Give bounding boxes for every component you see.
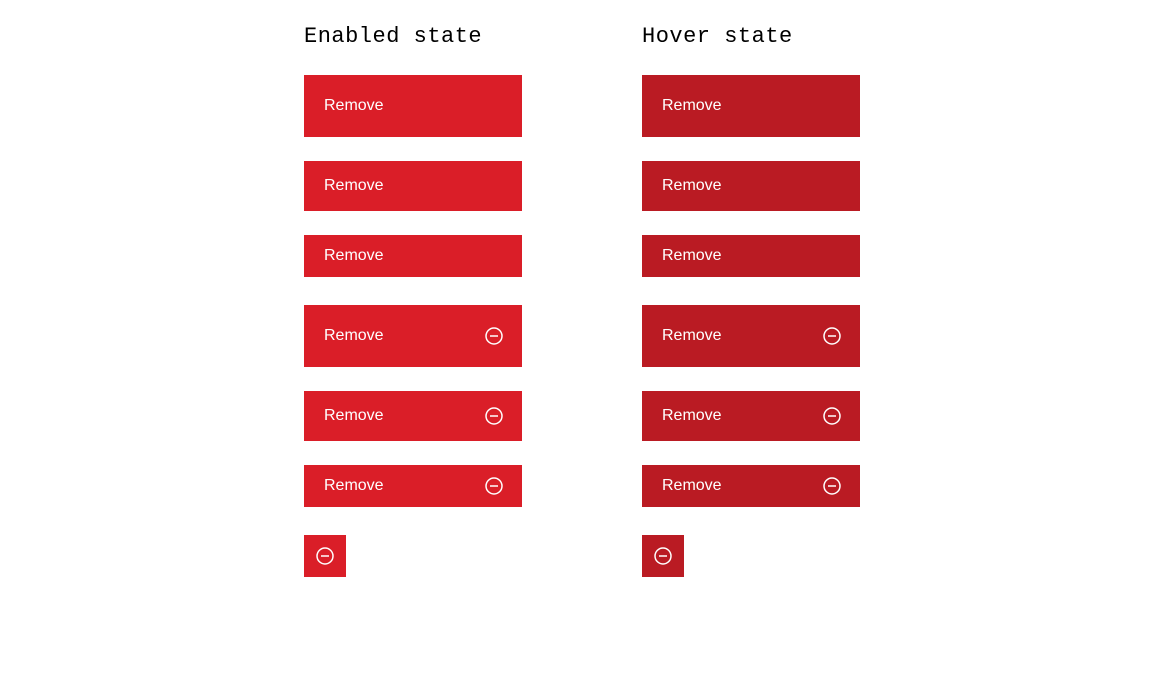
remove-button-label: Remove <box>324 177 384 195</box>
remove-button-label: Remove <box>324 247 384 265</box>
remove-button-icon-only[interactable] <box>304 535 346 577</box>
enabled-state-heading: Enabled state <box>304 24 522 49</box>
remove-button-label: Remove <box>662 247 722 265</box>
remove-button-label: Remove <box>662 97 722 115</box>
subtract-icon <box>822 406 842 426</box>
remove-button-label: Remove <box>662 477 722 495</box>
button-states-showcase: Enabled state Remove Remove Remove Remov… <box>0 24 1152 577</box>
remove-button-label: Remove <box>662 327 722 345</box>
remove-button-lg[interactable]: Remove <box>304 75 522 137</box>
subtract-icon <box>484 476 504 496</box>
remove-button-label: Remove <box>662 177 722 195</box>
enabled-state-column: Enabled state Remove Remove Remove Remov… <box>304 24 522 577</box>
remove-button-label: Remove <box>324 407 384 425</box>
subtract-icon <box>315 546 335 566</box>
remove-button-lg-icon[interactable]: Remove <box>304 305 522 367</box>
subtract-icon <box>822 476 842 496</box>
subtract-icon <box>822 326 842 346</box>
remove-button-label: Remove <box>662 407 722 425</box>
remove-button-lg-icon[interactable]: Remove <box>642 305 860 367</box>
subtract-icon <box>653 546 673 566</box>
remove-button-md-icon[interactable]: Remove <box>642 391 860 441</box>
remove-button-label: Remove <box>324 327 384 345</box>
remove-button-md[interactable]: Remove <box>642 161 860 211</box>
remove-button-lg[interactable]: Remove <box>642 75 860 137</box>
remove-button-md[interactable]: Remove <box>304 161 522 211</box>
subtract-icon <box>484 406 504 426</box>
hover-state-heading: Hover state <box>642 24 860 49</box>
remove-button-icon-only[interactable] <box>642 535 684 577</box>
hover-state-column: Hover state Remove Remove Remove Remove … <box>642 24 860 577</box>
subtract-icon <box>484 326 504 346</box>
remove-button-sm[interactable]: Remove <box>642 235 860 277</box>
remove-button-label: Remove <box>324 97 384 115</box>
remove-button-sm-icon[interactable]: Remove <box>642 465 860 507</box>
remove-button-sm-icon[interactable]: Remove <box>304 465 522 507</box>
remove-button-sm[interactable]: Remove <box>304 235 522 277</box>
remove-button-md-icon[interactable]: Remove <box>304 391 522 441</box>
remove-button-label: Remove <box>324 477 384 495</box>
